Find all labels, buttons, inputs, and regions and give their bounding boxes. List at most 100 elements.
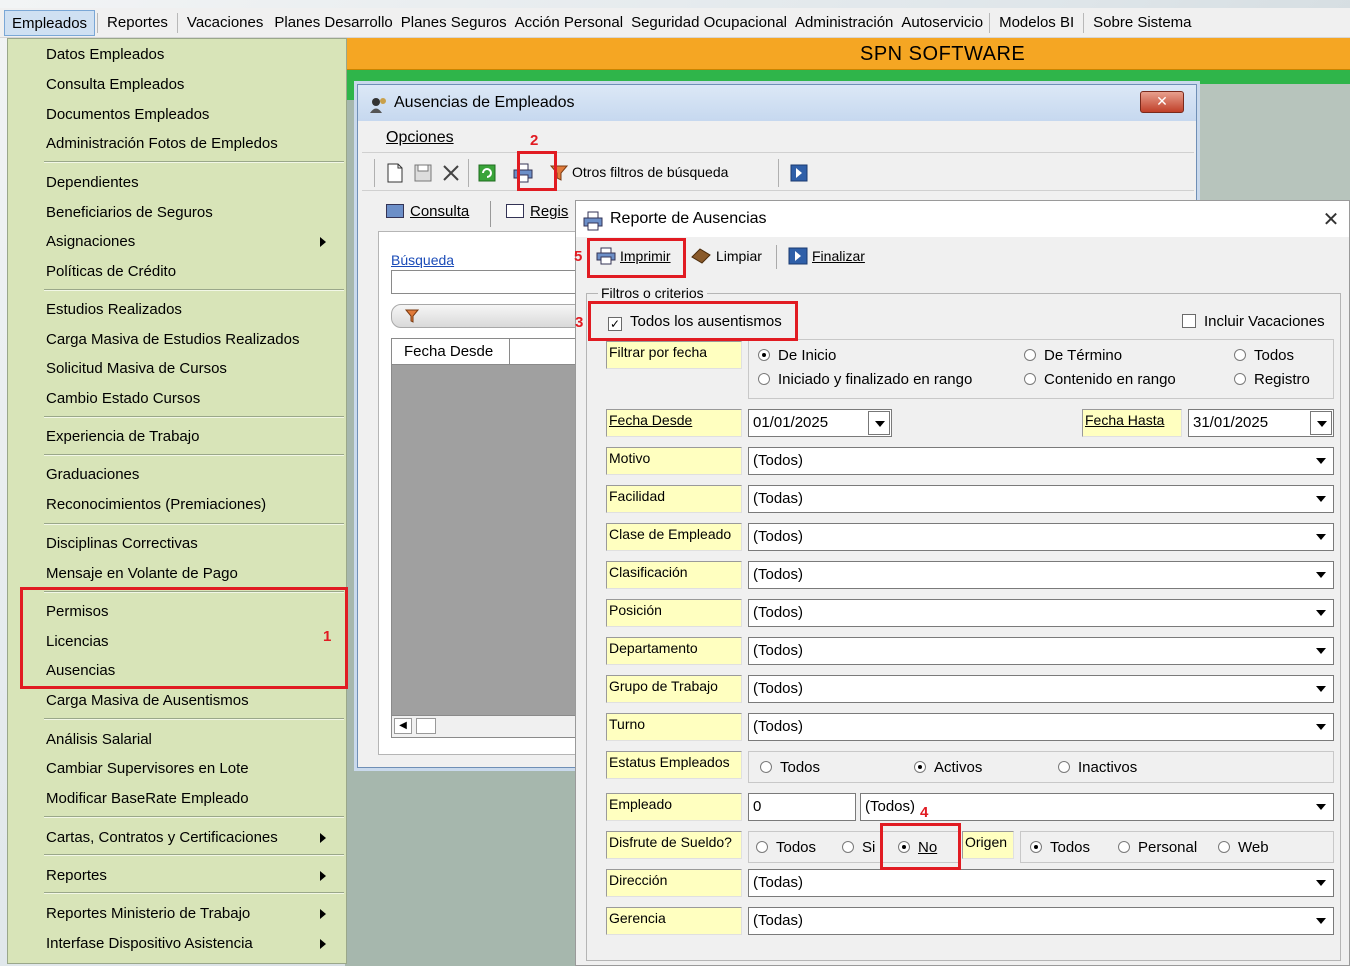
include-vacations-checkbox[interactable]: Incluir Vacaciones — [1182, 313, 1325, 330]
estatus-inactivos-radio[interactable]: Inactivos — [1058, 759, 1137, 776]
fecha-desde-label: Fecha Desde — [606, 409, 742, 437]
menu-item-reportes[interactable]: Reportes — [46, 862, 336, 890]
fecha-hasta-picker[interactable]: 31/01/2025 — [1188, 409, 1334, 437]
menu-item-consulta-empleados[interactable]: Consulta Empleados — [46, 71, 184, 99]
scroll-thumb[interactable] — [416, 718, 436, 734]
annotation-box-4 — [880, 823, 961, 870]
results-grid[interactable]: Fecha Desde ◀ — [391, 338, 591, 738]
menu-item-carga-masiva-ausentismos[interactable]: Carga Masiva de Ausentismos — [46, 687, 249, 715]
posicion-select[interactable]: (Todos) — [748, 599, 1334, 627]
menu-opciones[interactable]: Opciones — [386, 129, 454, 146]
fecha-desde-picker[interactable]: 01/01/2025 — [748, 409, 892, 437]
menu-item-dependientes[interactable]: Dependientes — [46, 169, 139, 197]
exit-icon[interactable] — [788, 162, 810, 184]
turno-select[interactable]: (Todos) — [748, 713, 1334, 741]
delete-icon[interactable] — [440, 162, 462, 184]
menu-item-estudios-realizados[interactable]: Estudios Realizados — [46, 296, 182, 324]
menu-item-modificar-baserate[interactable]: Modificar BaseRate Empleado — [46, 785, 249, 813]
estatus-activos-radio[interactable]: Activos — [914, 759, 982, 776]
menu-planes-desarrollo[interactable]: Planes Desarrollo — [270, 10, 396, 36]
gerencia-value: (Todas) — [753, 912, 804, 929]
menu-item-solicitud-masiva-cursos[interactable]: Solicitud Masiva de Cursos — [46, 355, 227, 383]
date-filter-contained-radio[interactable]: Contenido en rango — [1024, 371, 1176, 388]
menu-separator-highlight — [44, 290, 344, 291]
grid-column-fecha-desde[interactable]: Fecha Desde — [392, 339, 510, 365]
origen-personal-radio[interactable]: Personal — [1118, 839, 1197, 856]
date-filter-termino-radio[interactable]: De Término — [1024, 347, 1122, 364]
grupo-trabajo-select[interactable]: (Todos) — [748, 675, 1334, 703]
ausencias-window-titlebar[interactable]: Ausencias de Empleados — [358, 85, 1196, 121]
origen-web-radio[interactable]: Web — [1218, 839, 1269, 856]
date-filter-todos-radio[interactable]: Todos — [1234, 347, 1294, 364]
menu-item-disciplinas-correctivas[interactable]: Disciplinas Correctivas — [46, 530, 198, 558]
empleado-select[interactable]: (Todos) — [860, 793, 1334, 821]
menu-item-datos-empleados[interactable]: Datos Empleados — [46, 41, 164, 69]
menu-vacaciones[interactable]: Vacaciones — [180, 10, 270, 36]
menu-separator — [176, 12, 178, 33]
date-filter-range-radio[interactable]: Iniciado y finalizado en rango — [758, 371, 972, 388]
clear-button-label: Limpiar — [716, 248, 762, 264]
menu-empleados[interactable]: Empleados — [4, 9, 96, 36]
clase-empleado-select[interactable]: (Todos) — [748, 523, 1334, 551]
disfrute-todos-radio[interactable]: Todos — [756, 839, 816, 856]
menu-item-carga-masiva-estudios[interactable]: Carga Masiva de Estudios Realizados — [46, 326, 299, 354]
chevron-down-icon[interactable] — [868, 411, 890, 435]
menu-accion-personal[interactable]: Acción Personal — [511, 10, 627, 36]
search-input[interactable] — [391, 270, 591, 294]
new-document-icon[interactable] — [384, 162, 406, 184]
menu-sobre-sistema[interactable]: Sobre Sistema — [1086, 10, 1198, 36]
fecha-hasta-label: Fecha Hasta — [1082, 409, 1182, 437]
disfrute-si-radio[interactable]: Si — [842, 839, 875, 856]
menu-item-analisis-salarial[interactable]: Análisis Salarial — [46, 726, 152, 754]
empleado-value: (Todos) — [865, 798, 916, 815]
clear-button[interactable]: Limpiar — [690, 247, 762, 268]
date-filter-registro-radio[interactable]: Registro — [1234, 371, 1310, 388]
tab-consulta[interactable]: Consulta — [386, 203, 469, 220]
menu-item-interfase-asistencia[interactable]: Interfase Dispositivo Asistencia — [46, 930, 336, 958]
menu-item-graduaciones[interactable]: Graduaciones — [46, 461, 139, 489]
menu-item-cambio-estado-cursos[interactable]: Cambio Estado Cursos — [46, 385, 200, 413]
menu-reportes[interactable]: Reportes — [100, 10, 175, 36]
chevron-down-icon[interactable] — [1310, 411, 1332, 435]
direccion-select[interactable]: (Todas) — [748, 869, 1334, 897]
turno-value: (Todos) — [753, 718, 804, 735]
facilidad-select[interactable]: (Todas) — [748, 485, 1334, 513]
scroll-left-icon[interactable]: ◀ — [394, 718, 412, 734]
empleado-id-input[interactable]: 0 — [748, 793, 856, 821]
chevron-down-icon — [1310, 795, 1332, 819]
departamento-select[interactable]: (Todos) — [748, 637, 1334, 665]
menu-item-documentos-empleados[interactable]: Documentos Empleados — [46, 101, 209, 129]
motivo-select[interactable]: (Todos) — [748, 447, 1334, 475]
menu-item-politicas-credito[interactable]: Políticas de Crédito — [46, 258, 176, 286]
ausencias-window-close-button[interactable]: ✕ — [1140, 91, 1184, 113]
menu-item-reconocimientos[interactable]: Reconocimientos (Premiaciones) — [46, 491, 266, 519]
menu-planes-seguros[interactable]: Planes Seguros — [397, 10, 511, 36]
tab-registro[interactable]: Regis — [506, 203, 568, 220]
menu-administracion[interactable]: Administración — [791, 10, 897, 36]
estatus-todos-radio[interactable]: Todos — [760, 759, 820, 776]
menu-item-mensaje-volante-pago[interactable]: Mensaje en Volante de Pago — [46, 560, 238, 588]
origen-todos-radio[interactable]: Todos — [1030, 839, 1090, 856]
grid-horizontal-scrollbar[interactable]: ◀ — [392, 715, 590, 737]
menu-item-cartas-contratos[interactable]: Cartas, Contratos y Certificaciones — [46, 824, 336, 852]
save-icon[interactable] — [412, 162, 434, 184]
menu-autoservicio[interactable]: Autoservicio — [897, 10, 987, 36]
other-filters-label[interactable]: Otros filtros de búsqueda — [572, 164, 728, 180]
menu-item-experiencia-trabajo[interactable]: Experiencia de Trabajo — [46, 423, 199, 451]
menu-modelos-bi[interactable]: Modelos BI — [992, 10, 1081, 36]
clasificacion-select[interactable]: (Todos) — [748, 561, 1334, 589]
filter-bar[interactable] — [391, 304, 591, 328]
submenu-arrow-icon — [320, 909, 326, 919]
gerencia-select[interactable]: (Todas) — [748, 907, 1334, 935]
date-filter-inicio-radio[interactable]: De Inicio — [758, 347, 836, 364]
reporte-window-titlebar[interactable]: Reporte de Ausencias — [576, 201, 1349, 237]
reporte-window-close-button[interactable]: ✕ — [1317, 205, 1345, 233]
menu-item-administracion-fotos[interactable]: Administración Fotos de Empledos — [46, 130, 278, 158]
menu-item-reportes-ministerio[interactable]: Reportes Ministerio de Trabajo — [46, 900, 336, 928]
menu-seguridad-ocupacional[interactable]: Seguridad Ocupacional — [627, 10, 791, 36]
menu-item-cambiar-supervisores[interactable]: Cambiar Supervisores en Lote — [46, 755, 249, 783]
menu-item-beneficiarios-seguros[interactable]: Beneficiarios de Seguros — [46, 199, 213, 227]
refresh-icon[interactable] — [476, 162, 498, 184]
finish-button[interactable]: Finalizar — [788, 247, 865, 268]
menu-item-asignaciones[interactable]: Asignaciones — [46, 228, 336, 256]
